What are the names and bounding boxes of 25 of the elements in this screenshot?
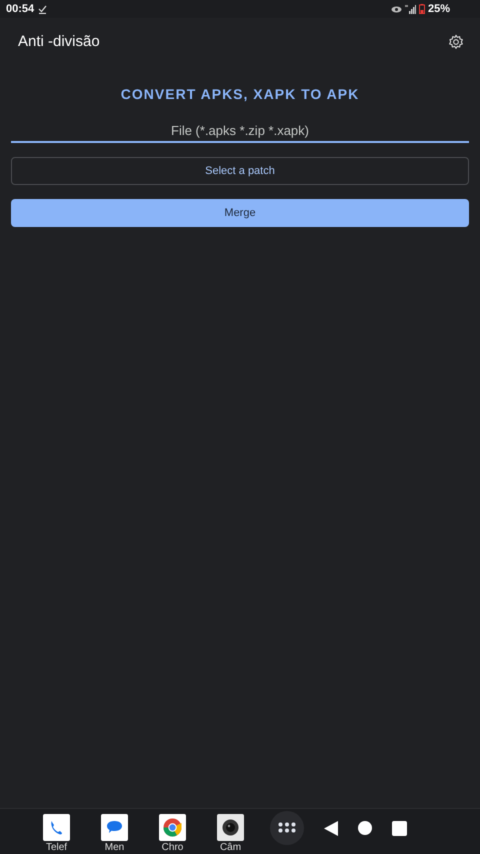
app-label: Men [104, 842, 124, 854]
app-label: Telef [46, 842, 68, 854]
select-patch-button[interactable]: Select a patch [11, 157, 469, 185]
app-drawer-button[interactable] [270, 810, 304, 844]
phone-icon[interactable] [43, 814, 70, 841]
app-label: Câm [220, 842, 242, 854]
back-button[interactable] [324, 820, 338, 836]
file-input-field[interactable]: File (*.apks *.zip *.xapk) [11, 119, 469, 143]
status-time: 00:54 [6, 2, 34, 17]
camera-lens-icon[interactable] [217, 814, 244, 841]
signal-icon [404, 4, 416, 14]
battery-percentage: 25% [428, 2, 450, 17]
app-label: Chro [162, 842, 184, 854]
app-title: Anti -divisão [18, 32, 100, 52]
recents-button[interactable] [392, 820, 407, 836]
settings-icon[interactable] [448, 34, 464, 50]
battery-icon [418, 4, 425, 14]
apps-grid-icon [278, 822, 296, 833]
download-done-icon [38, 4, 48, 14]
page-heading: CONVERT APKS, XAPK TO APK [120, 85, 360, 104]
merge-button[interactable]: Merge [11, 199, 469, 227]
eye-icon [390, 6, 402, 12]
home-button[interactable] [358, 821, 372, 835]
chat-bubble-icon[interactable] [101, 814, 128, 841]
browser-logo-icon[interactable] [159, 814, 186, 841]
